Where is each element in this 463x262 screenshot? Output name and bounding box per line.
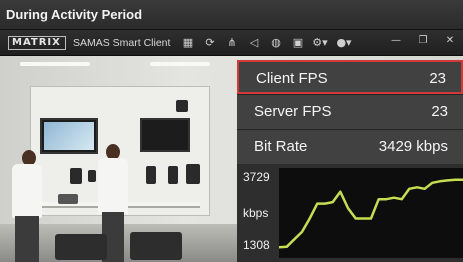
wall-phone [146,166,156,184]
network-icon[interactable]: ⋔ [224,35,240,51]
minimize-button[interactable]: — [385,32,407,50]
wall-phone [168,166,178,184]
bitrate-data-point [308,217,311,220]
bitrate-data-point [408,188,411,190]
wall-monitor-dark [140,118,190,152]
stat-row-bit-rate: Bit Rate 3429 kbps [237,130,463,164]
bitrate-graph-panel: 3729 kbps 1308 [237,164,463,262]
stat-row-server-fps: Server FPS 23 [237,95,463,129]
bitrate-data-point [370,217,372,220]
close-button[interactable]: ✕ [439,32,461,50]
stat-label: Client FPS [256,70,328,87]
wall-device [70,168,82,184]
refresh-icon[interactable]: ⟳ [202,35,218,51]
bitrate-data-point [423,188,426,190]
stat-value: 3429 kbps [378,138,448,155]
window-title-bar: During Activity Period [0,0,463,30]
user-icon[interactable]: ●▾ [334,35,354,51]
bitrate-data-point [285,246,288,248]
ceiling-light [150,62,210,66]
stat-label: Server FPS [254,103,332,120]
monitor-screen [44,122,94,150]
bitrate-data-point [362,217,365,220]
bitrate-data-point [393,196,395,199]
wall-monitor [40,118,98,154]
bitrate-data-point [446,179,449,182]
y-axis-min-label: 1308 [243,238,270,252]
ceiling-light [20,62,90,66]
bitrate-data-point [454,179,457,181]
bitrate-series-line [279,178,463,249]
wall-device [88,170,96,182]
person-body [12,164,42,218]
bell-icon[interactable]: ◁ [246,35,262,51]
person-body [98,158,128,214]
stat-value: 23 [431,103,448,120]
matrix-logo: MATRIX [8,36,66,50]
window-controls: — ❐ ✕ [385,32,461,54]
chair [130,232,182,260]
bitrate-data-point [354,217,357,220]
settings-icon[interactable]: ⚙▾ [310,35,330,51]
bitrate-data-point [316,202,319,205]
bitrate-data-point [439,180,441,183]
bitrate-data-point [331,201,334,203]
y-axis-max-label: 3729 [243,170,270,184]
app-toolbar: MATRIX SAMAS Smart Client ▦ ⟳ ⋔ ◁ ◍ ▣ ⚙▾… [0,30,463,56]
bitrate-data-point [324,202,326,205]
shelf-device [58,194,78,204]
stat-label: Bit Rate [254,138,308,155]
stream-stats-panel: Client FPS 23 Server FPS 23 Bit Rate 342… [237,60,463,164]
wall-device [176,100,188,112]
bitrate-data-point [431,182,434,184]
bitrate-data-point [377,198,380,200]
bitrate-data-point [293,238,296,241]
bitrate-data-point [301,231,303,233]
layout-icon[interactable]: ▦ [180,35,196,51]
restore-button[interactable]: ❐ [412,32,434,50]
person-legs [15,216,39,262]
bitrate-data-point [347,207,349,209]
bitrate-data-point [339,190,342,193]
bitrate-data-point [385,198,388,200]
window-title: During Activity Period [6,7,143,22]
lock-icon[interactable]: ▣ [290,35,306,51]
y-axis-unit-label: kbps [243,206,269,220]
bitrate-graph-area [279,168,463,258]
chair [55,234,107,260]
wall-phone [186,164,200,184]
bitrate-data-point [416,186,418,189]
bitrate-data-point [400,198,403,200]
app-name: SAMAS Smart Client [73,37,171,49]
globe-icon[interactable]: ◍ [268,35,284,51]
bitrate-graph-svg [279,178,463,249]
stat-row-client-fps: Client FPS 23 [237,60,463,94]
stat-value: 23 [429,70,446,87]
